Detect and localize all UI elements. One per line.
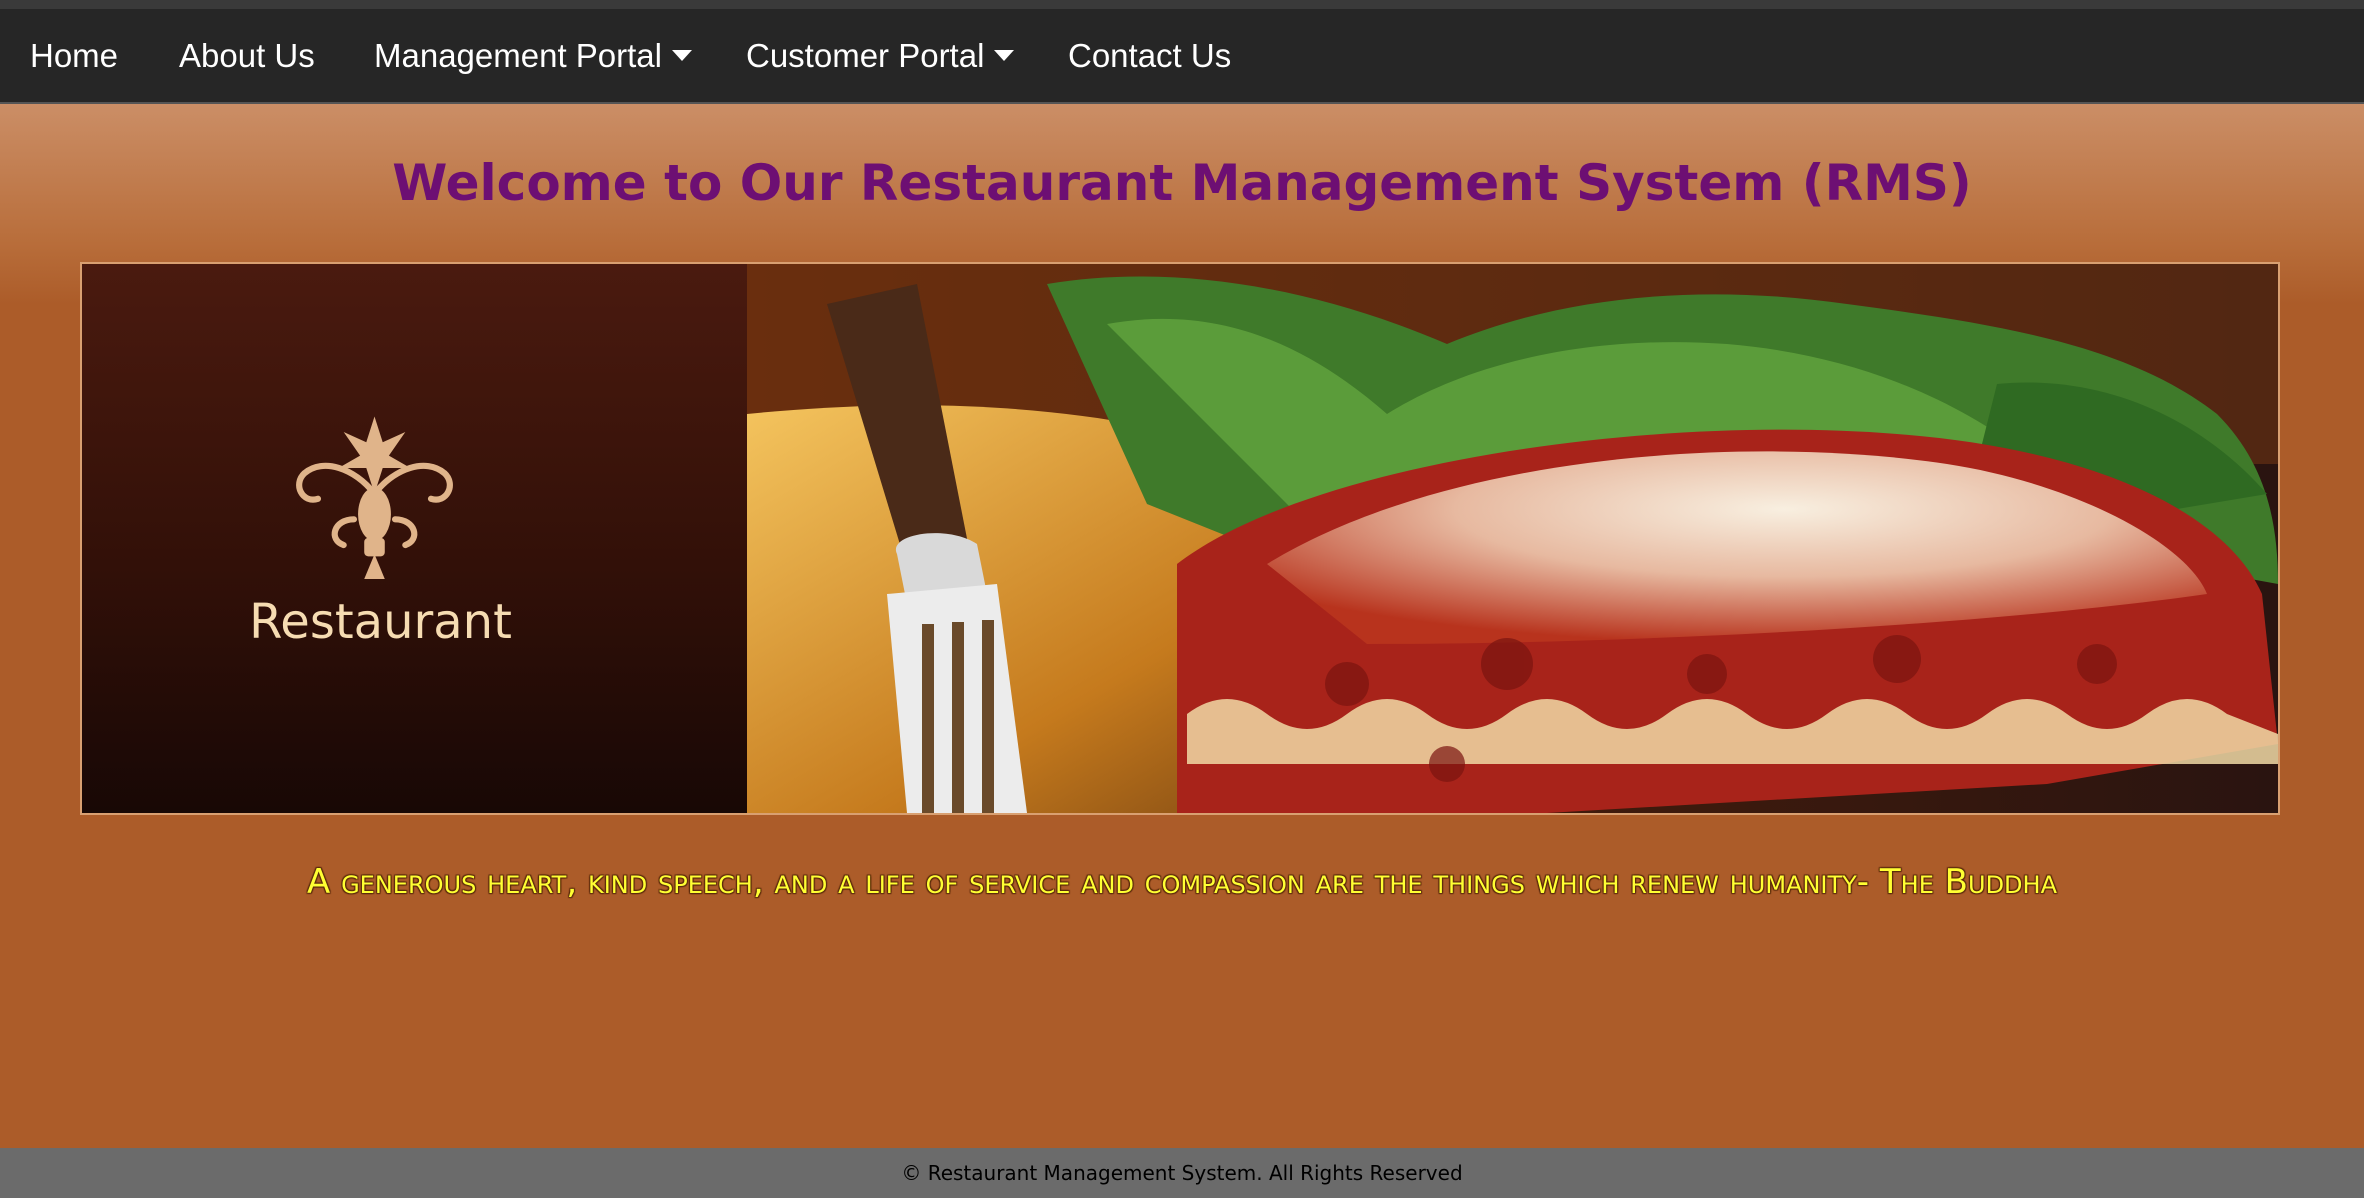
nav-management-portal-label: Management Portal bbox=[374, 37, 662, 74]
copyright-text: © Restaurant Management System. All Righ… bbox=[901, 1161, 1463, 1185]
nav-home-link[interactable]: Home bbox=[30, 9, 118, 102]
nav-management-portal-dropdown[interactable]: Management Portal bbox=[374, 9, 692, 102]
chevron-down-icon bbox=[672, 49, 692, 61]
footer: © Restaurant Management System. All Righ… bbox=[0, 1148, 2364, 1198]
nav-contact-link[interactable]: Contact Us bbox=[1068, 9, 1231, 102]
nav-customer-portal-label: Customer Portal bbox=[746, 37, 985, 74]
main-navbar: Home About Us Management Portal Customer… bbox=[0, 9, 2364, 104]
lasagna-photo bbox=[747, 264, 2278, 813]
buddha-quote: A generous heart, kind speech, and a lif… bbox=[307, 862, 2057, 902]
brand-name: Restaurant bbox=[249, 594, 512, 650]
hero-banner: Restaurant bbox=[80, 262, 2280, 815]
brand-panel: Restaurant bbox=[82, 264, 747, 813]
top-border bbox=[0, 0, 2364, 9]
nav-customer-portal-dropdown[interactable]: Customer Portal bbox=[746, 9, 1015, 102]
fleur-ornament-icon bbox=[296, 416, 453, 579]
chevron-down-icon bbox=[994, 49, 1015, 61]
nav-about-link[interactable]: About Us bbox=[179, 9, 315, 102]
page-title: Welcome to Our Restaurant Management Sys… bbox=[392, 154, 1972, 212]
